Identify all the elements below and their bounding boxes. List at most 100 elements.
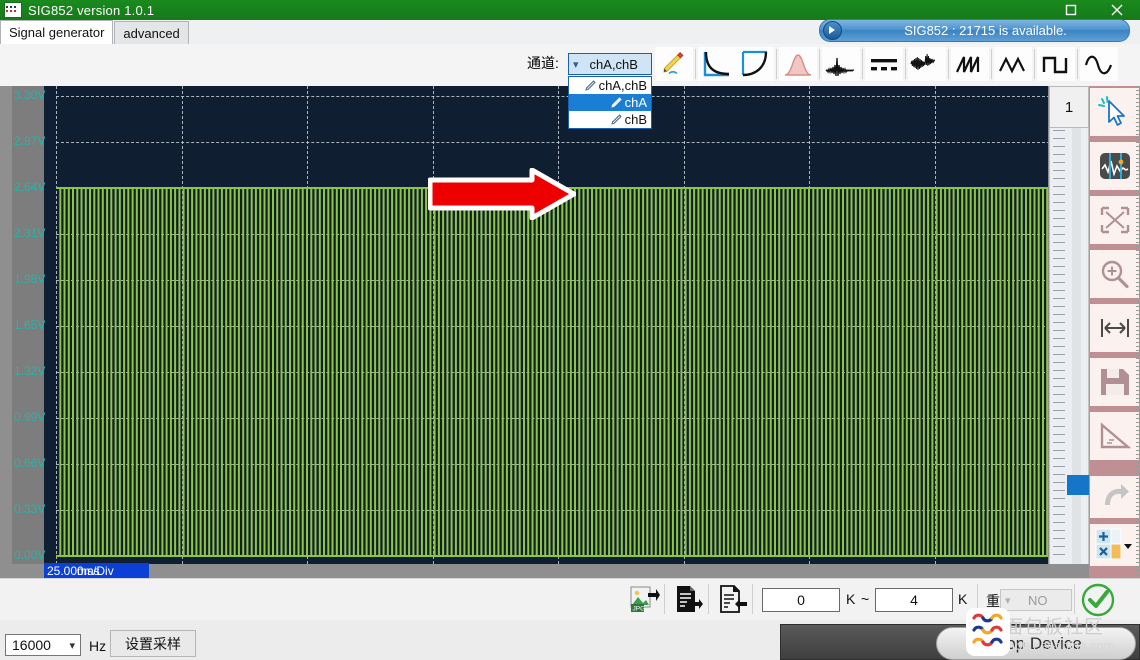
range-start-input[interactable]: 0 <box>762 588 840 612</box>
window-controls <box>1048 0 1140 20</box>
gaussian-icon[interactable] <box>779 47 817 81</box>
exp-rise-icon[interactable] <box>736 47 774 81</box>
cursor-time-text: 0ms <box>77 564 100 578</box>
channel-select[interactable]: ▾ chA,chB <box>568 53 652 75</box>
y-axis-tick-label: 2.97V <box>14 134 46 148</box>
export-file-icon[interactable] <box>672 583 706 615</box>
ruler-icon[interactable] <box>1090 412 1139 460</box>
noise-icon[interactable] <box>908 47 946 81</box>
y-axis-tick-label: 0.99V <box>14 410 46 424</box>
pencil-icon <box>610 113 624 126</box>
time-per-division-label: 25.00ms/Div 0ms <box>44 563 149 579</box>
sine-icon[interactable] <box>1080 47 1118 81</box>
waveform-path <box>56 188 1048 556</box>
maximize-icon[interactable] <box>1048 0 1094 20</box>
channel-option-label: chB <box>624 112 647 127</box>
toolbar-separator <box>1077 49 1078 79</box>
channel-select-value: chA,chB <box>589 56 638 72</box>
y-axis-tick-label: 1.98V <box>14 272 46 286</box>
channel-option-chA[interactable]: chA <box>569 94 651 111</box>
y-axis-tick-label: 0.33V <box>14 502 46 516</box>
sawtooth-icon[interactable] <box>951 47 989 81</box>
annotation-arrow-icon <box>428 168 576 220</box>
repeat-select-value: NO <box>1028 592 1048 608</box>
close-icon[interactable] <box>1094 0 1140 20</box>
sample-rate-value: 16000 <box>12 637 51 653</box>
expand-arrows-icon[interactable] <box>1090 196 1139 244</box>
toolbar-separator <box>862 49 863 79</box>
noise-burst-icon[interactable] <box>822 47 860 81</box>
cursor-pointer-icon[interactable] <box>1090 88 1139 136</box>
toolbar-separator <box>708 584 709 614</box>
channel-option-chB[interactable]: chB <box>569 111 651 128</box>
watermark-logo <box>966 608 1010 656</box>
pencil-edit-icon[interactable] <box>655 47 693 81</box>
svg-text:JPG: JPG <box>633 606 646 613</box>
pencil-icon <box>610 96 624 109</box>
waveform-measure-icon[interactable] <box>1090 142 1139 190</box>
scope-area: 3.30V 2.97V 2.64V 2.31V 1.98V 1.65V 1.32V 0.99V… <box>0 86 1140 579</box>
app-icon <box>4 2 22 18</box>
channel-label: 通道: <box>527 55 559 71</box>
tab-signal-generator[interactable]: Signal generator <box>0 20 114 44</box>
toolbar-separator <box>991 49 992 79</box>
toolbar-separator <box>819 49 820 79</box>
y-axis-tick-label: 3.30V <box>14 88 46 102</box>
waveform-trace <box>56 187 1048 557</box>
y-axis-tick-label: 2.31V <box>14 226 46 240</box>
sample-rate-unit: Hz <box>89 638 107 654</box>
plot-area[interactable] <box>56 86 1048 564</box>
scroll-thumb[interactable] <box>1067 475 1091 495</box>
toolbar-separator <box>776 49 777 79</box>
chevron-down-icon: ▾ <box>69 639 75 652</box>
triangle-icon[interactable] <box>994 47 1032 81</box>
channel-number-badge: 1 <box>1049 86 1089 128</box>
chevron-down-icon: ▾ <box>573 58 579 71</box>
sample-rate-select[interactable]: 16000 ▾ <box>5 634 81 656</box>
export-jpg-icon[interactable]: JPG <box>628 583 662 615</box>
pencil-icon <box>584 79 598 92</box>
toolbar-separator <box>664 584 665 614</box>
status-badge: SIG852 : 21715 is available. <box>819 19 1130 42</box>
zoom-in-icon[interactable] <box>1090 250 1139 298</box>
play-circle-icon <box>823 21 842 40</box>
status-text: SIG852 : 21715 is available. <box>904 23 1067 38</box>
range-end-unit: K <box>958 591 968 607</box>
range-end-input[interactable]: 4 <box>875 588 953 612</box>
toolbar-separator <box>752 584 753 614</box>
channel-dropdown-list: chA,chB chA chB <box>568 76 652 129</box>
application-window: SIG852 version 1.0.1 Signal generator ad… <box>0 0 1140 660</box>
rail-edge-texture <box>1136 86 1140 578</box>
set-sampling-button[interactable]: 设置采样 <box>110 630 196 657</box>
tool-rail <box>1089 86 1140 578</box>
toolbar-separator <box>1034 49 1035 79</box>
y-axis-tick-label: 0.00V <box>14 548 46 562</box>
square-icon[interactable] <box>1037 47 1075 81</box>
y-axis-tick-label: 2.64V <box>14 180 46 194</box>
horizontal-resize-icon[interactable] <box>1090 304 1139 352</box>
scroll-ticks <box>1053 130 1065 562</box>
scope-display[interactable]: 3.30V 2.97V 2.64V 2.31V 1.98V 1.65V 1.32V 0.99V… <box>12 86 1048 564</box>
add-remove-grid-icon[interactable] <box>1090 524 1139 566</box>
channel-option-label: chA <box>624 95 647 110</box>
vertical-scrollbar[interactable] <box>1049 128 1091 564</box>
range-separator: ~ <box>861 591 870 607</box>
tab-advanced[interactable]: advanced <box>114 21 189 44</box>
y-axis-tick-label: 0.66V <box>14 456 46 470</box>
y-axis-tick-label: 1.32V <box>14 364 46 378</box>
channel-option-chA-chB[interactable]: chA,chB <box>569 77 651 94</box>
import-file-icon[interactable] <box>716 583 750 615</box>
y-axis-tick-label: 1.65V <box>14 318 46 332</box>
dashes-icon[interactable] <box>865 47 903 81</box>
range-start-unit: K <box>846 591 856 607</box>
title-bar: SIG852 version 1.0.1 <box>0 0 1140 20</box>
window-title: SIG852 version 1.0.1 <box>28 2 155 18</box>
redo-arrow-icon[interactable] <box>1090 476 1139 518</box>
exp-decay-icon[interactable] <box>698 47 736 81</box>
toolbar-separator <box>905 49 906 79</box>
channel-option-label: chA,chB <box>598 78 647 93</box>
scroll-track[interactable] <box>1072 128 1081 564</box>
save-disk-icon[interactable] <box>1090 358 1139 406</box>
toolbar-separator <box>948 49 949 79</box>
toolbar-separator <box>695 49 696 79</box>
